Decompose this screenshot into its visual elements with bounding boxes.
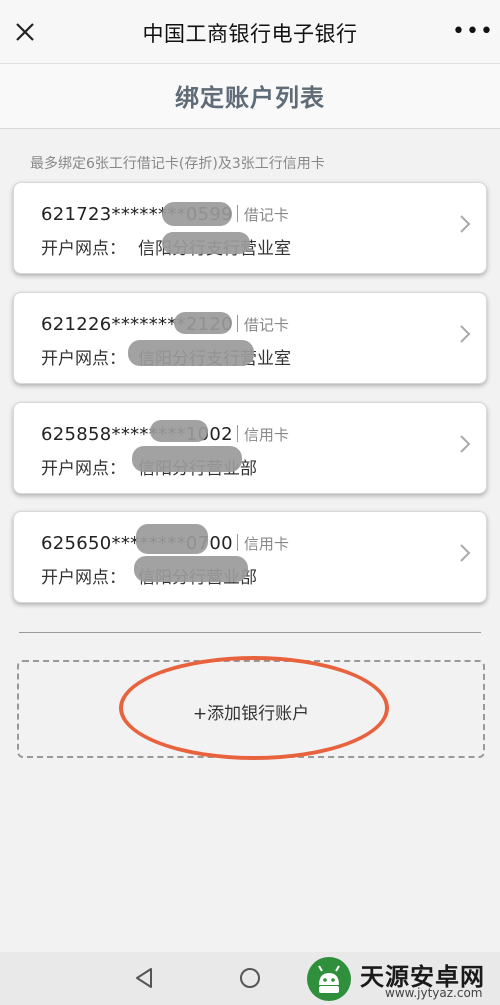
more-dots-icon: ••• bbox=[452, 19, 494, 44]
chevron-right-icon bbox=[460, 215, 471, 233]
account-card[interactable]: 625858********1002信用卡 开户网点：信阳分行营业部 bbox=[13, 402, 487, 494]
binding-limit-hint: 最多绑定6张工行借记卡(存折)及3张工行信用卡 bbox=[30, 156, 325, 172]
account-card[interactable]: 625650********0700信用卡 开户网点：信阳分行营业部 bbox=[13, 511, 487, 603]
divider bbox=[19, 632, 481, 633]
account-card[interactable]: 621723********0599借记卡 开户网点：信阳分行支行营业室 bbox=[13, 182, 487, 274]
redaction-mark bbox=[174, 312, 232, 334]
top-bar: 中国工商银行电子银行 ••• bbox=[0, 0, 500, 64]
card-type: 借记卡 bbox=[243, 316, 289, 334]
branch-label: 开户网点： bbox=[41, 459, 126, 479]
separator bbox=[236, 315, 238, 332]
separator bbox=[236, 534, 238, 551]
redaction-mark bbox=[128, 340, 254, 366]
page-header: 绑定账户列表 bbox=[0, 64, 500, 129]
redaction-mark bbox=[162, 232, 250, 254]
redaction-mark bbox=[136, 524, 208, 554]
chevron-right-icon bbox=[460, 544, 471, 562]
android-logo-icon bbox=[307, 957, 351, 1001]
app-title: 中国工商银行电子银行 bbox=[142, 22, 358, 46]
card-type: 信用卡 bbox=[243, 426, 289, 444]
card-number-line: 621226********2120 借记卡 bbox=[41, 314, 289, 335]
redaction-mark bbox=[150, 420, 208, 442]
more-options-button[interactable]: ••• bbox=[452, 14, 493, 50]
highlight-circle-annotation bbox=[119, 656, 389, 760]
watermark: 天源安卓网 www.jytyaz.com bbox=[305, 953, 500, 1005]
branch-label: 开户网点： bbox=[41, 568, 126, 588]
card-type: 信用卡 bbox=[243, 535, 289, 553]
home-circle-icon[interactable] bbox=[238, 966, 262, 990]
redaction-mark bbox=[162, 202, 232, 226]
card-type: 借记卡 bbox=[243, 206, 289, 224]
chevron-right-icon bbox=[460, 435, 471, 453]
chevron-right-icon bbox=[460, 325, 471, 343]
branch-label: 开户网点： bbox=[41, 349, 126, 369]
page-title: 绑定账户列表 bbox=[175, 84, 325, 112]
redaction-mark bbox=[132, 446, 242, 472]
separator bbox=[236, 205, 238, 222]
redaction-mark bbox=[134, 556, 248, 582]
back-triangle-icon[interactable] bbox=[132, 966, 156, 990]
account-card[interactable]: 621226********2120借记卡 开户网点：信阳分行支行营业室 bbox=[13, 292, 487, 384]
separator bbox=[236, 425, 238, 442]
watermark-url: www.jytyaz.com bbox=[385, 986, 483, 1000]
branch-label: 开户网点： bbox=[41, 239, 126, 259]
